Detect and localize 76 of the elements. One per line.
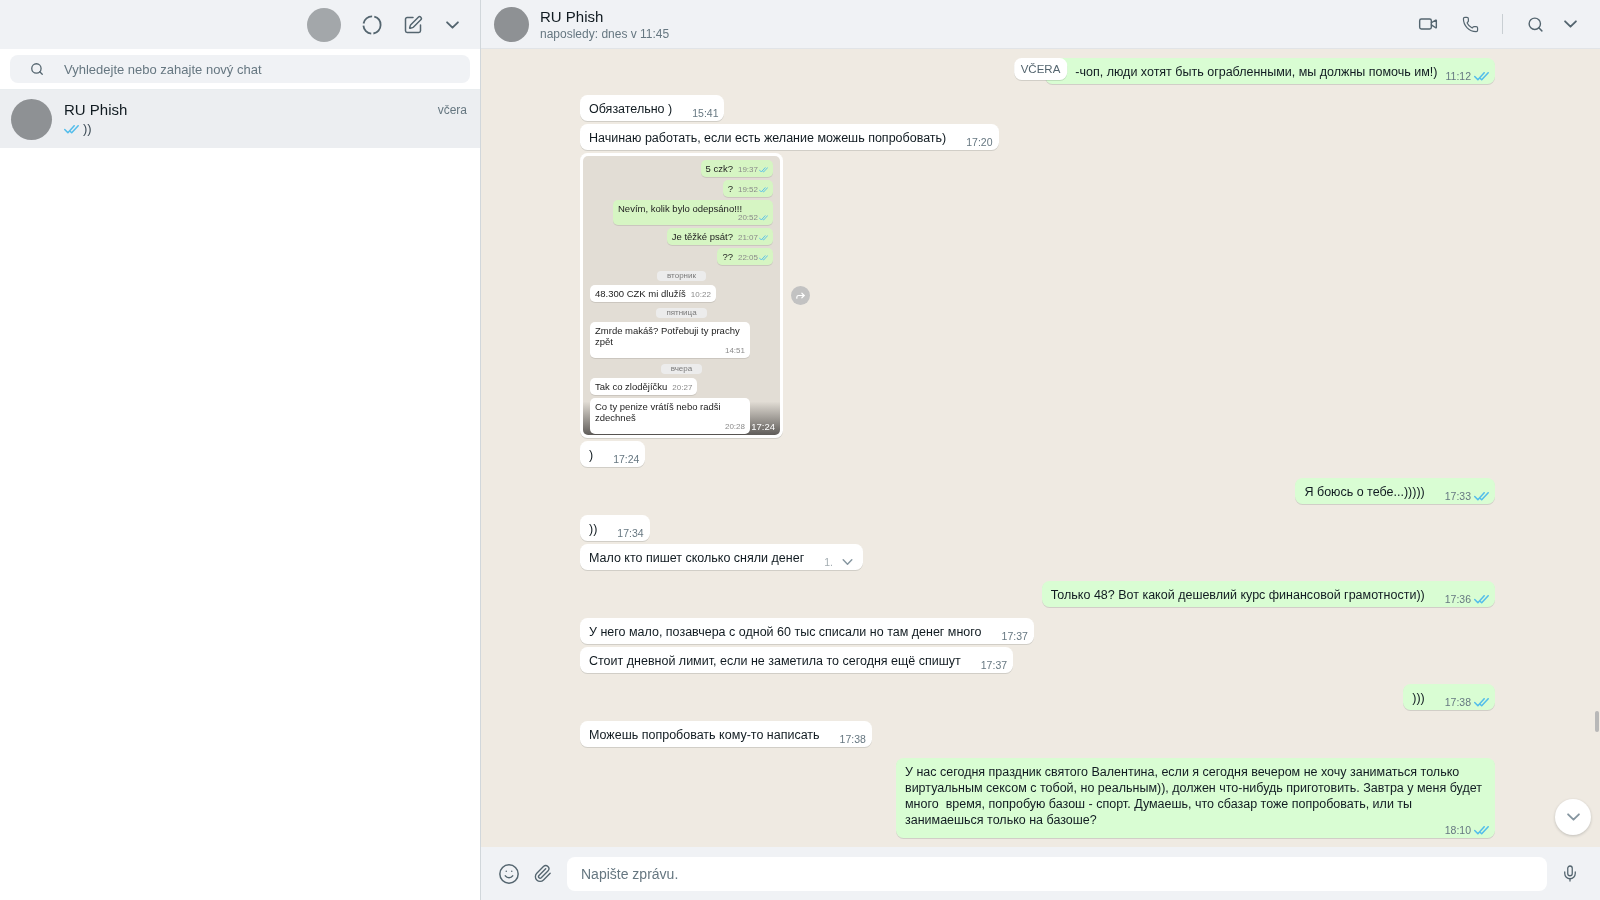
date-label: пятница: [656, 308, 707, 318]
screenshot-message-time: 20:52: [737, 213, 758, 222]
screenshot-message-time: 22:05: [737, 253, 758, 262]
message-time: 17:20: [966, 135, 993, 149]
screenshot-message-text: Je těžké psát?: [671, 231, 733, 242]
message-time: 17:36: [1444, 592, 1471, 606]
message-text: Начинаю работать, если есть желание можешь попробовать): [589, 130, 947, 146]
screenshot-message-text: Tak co zlodějíčku: [595, 381, 668, 392]
chevron-down-icon: [1566, 813, 1580, 821]
message-time: 1.: [824, 555, 833, 569]
date-label: вчера: [660, 364, 703, 374]
contact-name: RU Phish: [64, 100, 128, 120]
screenshot-message-text: Nevím, kolik bylo odepsáno!!!: [618, 203, 743, 214]
message-time: 17:24: [613, 452, 640, 466]
message-time: 17:38: [839, 732, 866, 746]
date-label: вторник: [657, 271, 706, 281]
screenshot-message-time: 20:28: [724, 422, 745, 431]
message-text: Только 48? Вот какой дешевлий курс финансовой грамотности)): [1050, 587, 1425, 603]
contact-name[interactable]: RU Phish: [540, 6, 604, 26]
chevron-down-icon[interactable]: [842, 559, 853, 565]
message-text: Стоит дневной лимит, если не заметила то сегодня ещё спишут: [589, 653, 961, 669]
screenshot-message-text: Zmrde makáš? Potřebuji ty prachy zpět: [595, 325, 741, 347]
chevron-down-icon: [445, 20, 459, 29]
message-text: )): [589, 521, 598, 537]
chat-time: včera: [437, 102, 467, 118]
message-text: Мало кто пишет сколько сняли денег: [589, 550, 805, 566]
date-label: VČERA: [1013, 58, 1068, 80]
message-time: 11:12: [1445, 69, 1471, 83]
search-icon: [30, 62, 44, 76]
message-text: У него мало, позавчера с одной 60 тыс списали но там денег много: [589, 624, 982, 640]
message-time: 17:37: [1001, 629, 1028, 643]
message-text: Можешь попробовать кому-то написать: [589, 727, 820, 743]
screenshot-message-text: ??: [722, 251, 733, 262]
message-text: ): [589, 447, 594, 463]
message-text: Я боюсь о тебе...))))): [1304, 484, 1425, 500]
message-time: 17:33: [1444, 489, 1471, 503]
status-button[interactable]: [362, 14, 382, 35]
voice-call-button[interactable]: [1461, 15, 1479, 33]
screenshot-message-time: 19:52: [737, 185, 758, 194]
search-icon: [1526, 15, 1544, 33]
new-chat-button[interactable]: [403, 14, 423, 35]
smiley-icon: [498, 862, 520, 885]
screenshot-message-time: 10:22: [690, 290, 711, 299]
phone-icon: [1461, 15, 1479, 33]
search-field[interactable]: Vyhledejte nebo zahajte nový chat: [10, 55, 470, 83]
chevron-down-icon: [1563, 20, 1577, 28]
screenshot-message-text: Co ty penize vrátíš nebo radši zdechneš: [595, 401, 722, 423]
microphone-icon: [1561, 863, 1579, 884]
image-time: 17:24: [751, 421, 775, 432]
message-time: 17:38: [1444, 695, 1471, 709]
last-seen-status: naposledy: dnes v 11:45: [540, 25, 670, 42]
message-input[interactable]: Napište zprávu.: [567, 856, 1547, 891]
message-text: -чоп, люди хотят быть ограбленными, мы должны помочь им!): [1075, 64, 1438, 80]
message-preview: )): [83, 120, 92, 138]
scrollbar-thumb[interactable]: [1595, 711, 1599, 732]
message-time: 15:41: [692, 106, 719, 120]
search-button[interactable]: [1526, 15, 1544, 33]
compose-icon: [403, 14, 423, 35]
dashed-ring-icon: [362, 14, 382, 35]
chat-list-item[interactable]: RU Phish včera )): [0, 90, 480, 148]
message-time: 17:37: [980, 658, 1008, 672]
message-time: 17:34: [617, 526, 644, 540]
paperclip-icon: [532, 864, 552, 883]
screenshot-message-time: 21:07: [737, 233, 758, 242]
screenshot-message-text: 5 czk?: [705, 163, 733, 174]
share-arrow-icon: [795, 290, 806, 301]
avatar-placeholder: [11, 98, 52, 140]
screenshot-message-time: 14:51: [724, 346, 745, 355]
avatar-placeholder[interactable]: [494, 6, 529, 42]
message-text: ))): [1412, 690, 1425, 706]
screenshot-message-text: 48.300 CZK mi dlužíš: [595, 288, 686, 299]
emoji-button[interactable]: [497, 861, 521, 886]
screenshot-message-text: ?: [727, 183, 733, 194]
screenshot-message-time: 20:27: [672, 383, 693, 392]
screenshot-message-time: 19:37: [737, 165, 758, 174]
message-text: Обязательно ): [589, 101, 673, 117]
